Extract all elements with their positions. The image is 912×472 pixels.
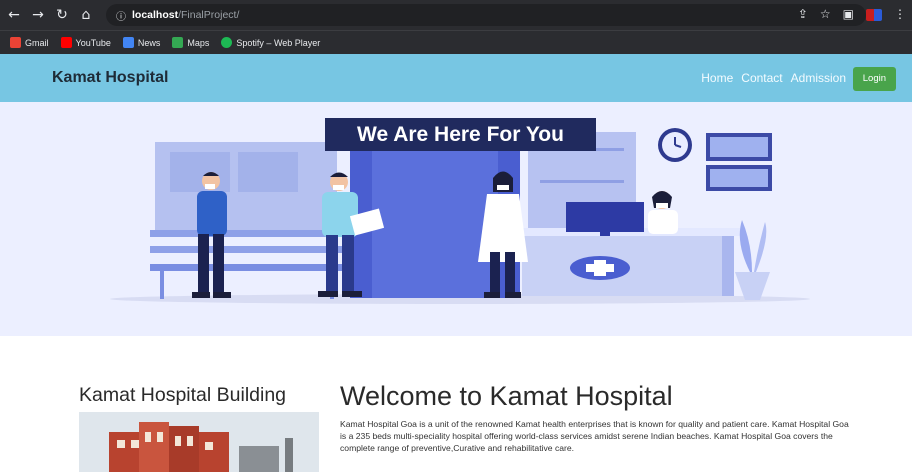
welcome-heading: Welcome to Kamat Hospital <box>340 381 673 411</box>
nav-link-contact[interactable]: Contact <box>741 71 782 85</box>
nav-link-home[interactable]: Home <box>701 71 733 85</box>
building-heading: Kamat Hospital Building <box>79 384 287 406</box>
home-icon[interactable]: ⌂ <box>76 7 96 23</box>
gmail-icon <box>10 37 21 48</box>
login-button[interactable]: Login <box>852 67 896 91</box>
bookmark-star-icon[interactable]: ☆ <box>820 7 831 21</box>
bookmarks-bar: Gmail YouTube News Maps Spotify – Web Pl… <box>0 30 912 54</box>
address-bar[interactable]: ⓘ localhost /FinalProject/ <box>106 4 866 26</box>
reload-icon[interactable]: ↻ <box>52 7 72 23</box>
site-navbar: Kamat Hospital Home Contact Admission Lo… <box>0 54 912 102</box>
sidebar-icon[interactable]: ▣ <box>843 7 854 21</box>
back-arrow-icon[interactable]: ← <box>4 7 24 23</box>
site-info-icon[interactable]: ⓘ <box>116 8 126 23</box>
brand-logo-text[interactable]: Kamat Hospital <box>52 69 168 87</box>
nav-link-admission[interactable]: Admission <box>791 71 846 85</box>
url-host: localhost <box>132 9 179 21</box>
news-icon <box>122 37 134 48</box>
share-icon[interactable]: ⇪ <box>798 7 808 21</box>
youtube-icon <box>60 37 72 48</box>
nav-links: Home Contact Admission <box>701 71 846 85</box>
about-paragraph: Kamat Hospital Goa is a unit of the reno… <box>340 419 849 453</box>
spotify-icon <box>221 37 233 48</box>
bookmark-spotify[interactable]: Spotify – Web Player <box>221 37 320 48</box>
browser-toolbar: ← → ↻ ⌂ ⓘ localhost /FinalProject/ ⇪ ☆ ▣… <box>0 0 912 30</box>
bookmark-youtube[interactable]: YouTube <box>60 37 111 48</box>
bookmark-maps[interactable]: Maps <box>172 37 209 48</box>
hero-heading: We Are Here For You <box>325 118 596 151</box>
extension-icon[interactable] <box>866 9 882 21</box>
bookmark-news[interactable]: News <box>122 37 160 48</box>
menu-kebab-icon[interactable]: ⋮ <box>894 7 906 21</box>
forward-arrow-icon[interactable]: → <box>28 7 48 23</box>
hospital-building-image <box>79 412 319 472</box>
bookmark-gmail[interactable]: Gmail <box>10 37 49 48</box>
url-path: /FinalProject/ <box>178 9 240 21</box>
maps-icon <box>172 37 184 48</box>
